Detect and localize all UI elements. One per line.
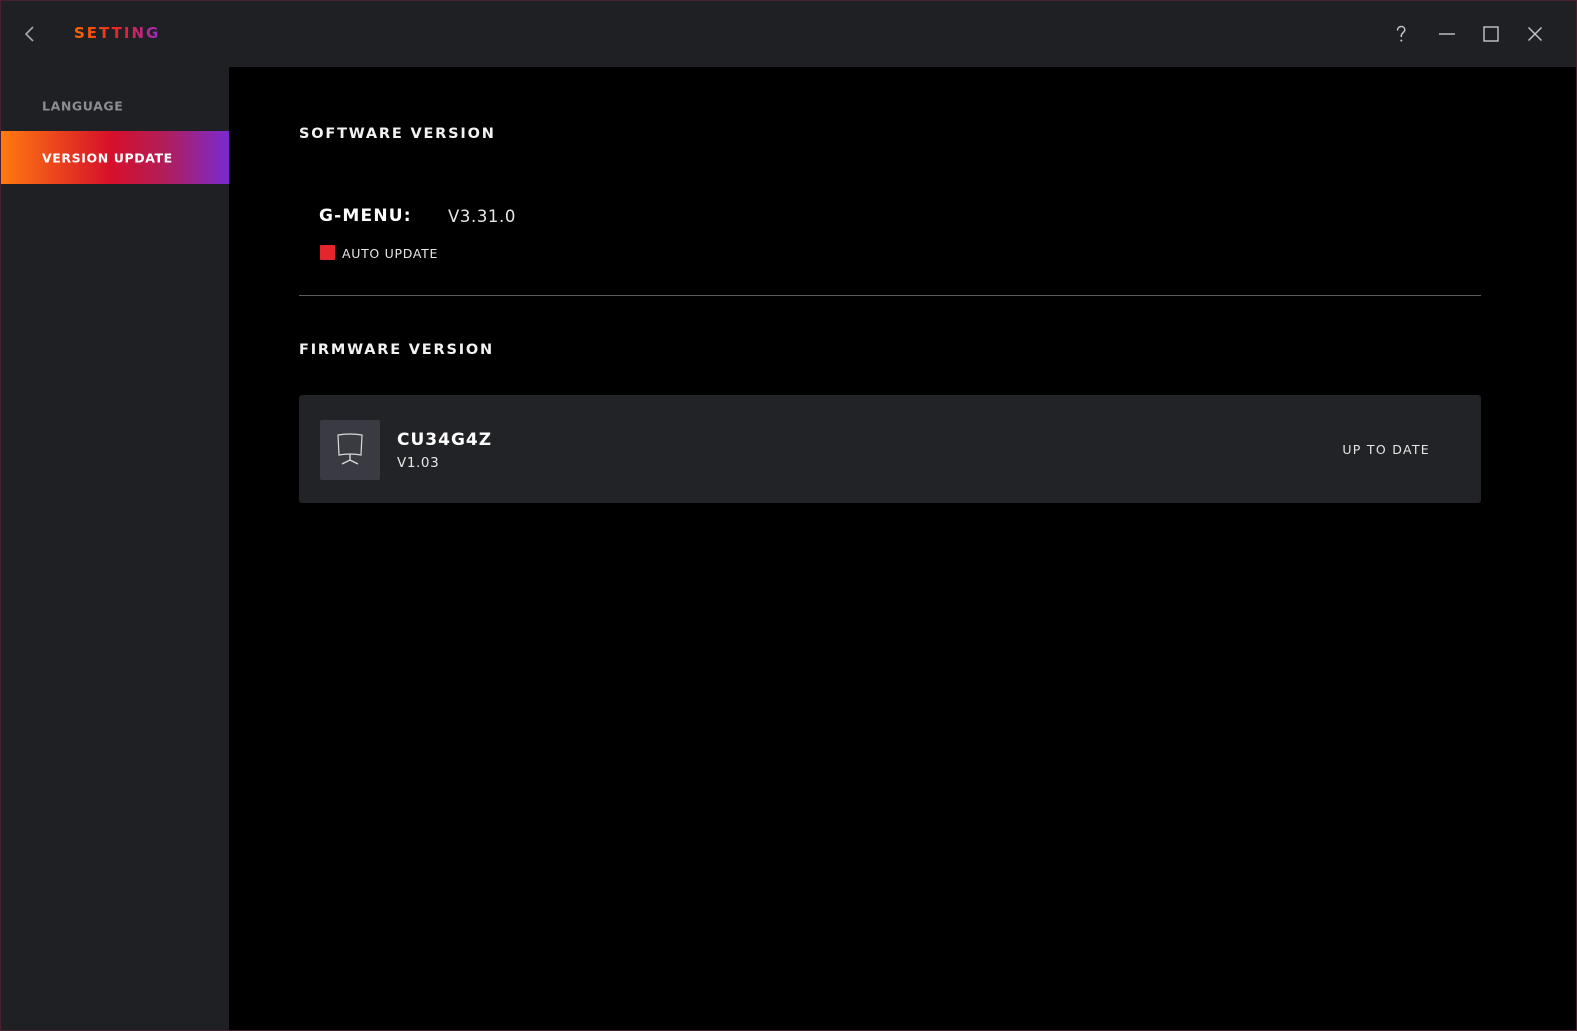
device-firmware-version: V1.03 bbox=[397, 455, 440, 471]
help-button[interactable] bbox=[1388, 21, 1414, 47]
minimize-icon bbox=[1439, 33, 1455, 35]
chevron-left-icon bbox=[24, 26, 34, 42]
app-window: SETTING LANGUAGE VERSION UPDATE SOFTWARE… bbox=[0, 0, 1577, 1031]
app-version-value: V3.31.0 bbox=[448, 207, 516, 226]
firmware-device-card: CU34G4Z V1.03 UP TO DATE bbox=[299, 395, 1481, 503]
title-bar: SETTING bbox=[1, 1, 1576, 67]
software-version-heading: SOFTWARE VERSION bbox=[299, 126, 496, 142]
firmware-status-button[interactable]: UP TO DATE bbox=[1342, 442, 1430, 457]
maximize-icon bbox=[1483, 26, 1499, 42]
app-name-label: G-MENU: bbox=[319, 206, 412, 226]
section-divider bbox=[299, 295, 1481, 296]
auto-update-label: AUTO UPDATE bbox=[342, 246, 439, 261]
device-model: CU34G4Z bbox=[397, 430, 493, 450]
sidebar-item-language[interactable]: LANGUAGE bbox=[1, 79, 229, 132]
minimize-button[interactable] bbox=[1434, 21, 1460, 47]
close-icon bbox=[1528, 27, 1542, 41]
question-mark-icon bbox=[1396, 25, 1406, 42]
sidebar-item-version-update[interactable]: VERSION UPDATE bbox=[1, 131, 229, 184]
maximize-button[interactable] bbox=[1478, 21, 1504, 47]
back-button[interactable] bbox=[17, 21, 43, 47]
device-thumbnail bbox=[320, 420, 380, 480]
sidebar: LANGUAGE VERSION UPDATE bbox=[1, 67, 229, 1030]
close-button[interactable] bbox=[1522, 21, 1548, 47]
sidebar-item-label: LANGUAGE bbox=[42, 98, 124, 113]
checkbox-checked-icon[interactable] bbox=[320, 245, 335, 260]
firmware-version-heading: FIRMWARE VERSION bbox=[299, 342, 494, 358]
monitor-icon bbox=[337, 433, 363, 465]
sidebar-item-label: VERSION UPDATE bbox=[42, 150, 173, 165]
page-title: SETTING bbox=[74, 24, 161, 42]
main-content: SOFTWARE VERSION G-MENU: V3.31.0 AUTO UP… bbox=[229, 67, 1576, 1030]
